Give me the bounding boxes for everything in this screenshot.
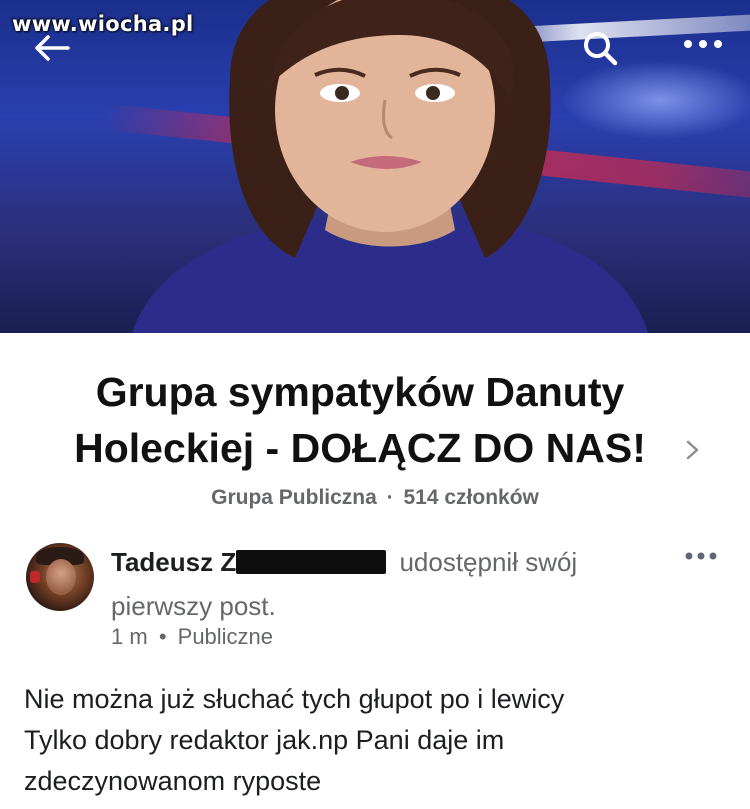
post-action-line2: pierwszy post. (111, 591, 276, 621)
group-title[interactable]: Grupa sympatyków Danuty Holeckiej - DOŁĄ… (40, 364, 680, 476)
more-horizontal-icon (684, 40, 722, 48)
search-icon (584, 32, 618, 66)
more-horizontal-icon (685, 552, 717, 560)
post-body-line1: Nie można już słuchać tych głupot po i l… (24, 684, 565, 714)
post-header: Tadeusz Z udostępnił swój pierwszy post. (111, 540, 651, 628)
search-button[interactable] (580, 28, 620, 68)
redacted-surname (236, 550, 387, 574)
group-title-line1: Grupa sympatyków Danuty (95, 369, 625, 415)
avatar-face (46, 559, 76, 595)
author-name[interactable]: Tadeusz Z (111, 547, 236, 577)
arrow-left-icon (35, 35, 70, 61)
group-privacy[interactable]: Grupa Publiczna (211, 486, 377, 509)
chevron-right-icon[interactable] (684, 436, 702, 464)
group-members-count[interactable]: 514 członków (404, 486, 539, 509)
post-options-button[interactable] (683, 548, 719, 564)
cover-photo (0, 0, 750, 333)
author-avatar[interactable] (26, 543, 94, 611)
avatar-detail (30, 571, 40, 583)
more-options-button[interactable] (680, 34, 726, 54)
post-body-line2: Tylko dobry redaktor jak.np Pani daje im (24, 725, 505, 755)
post-body-line3: zdeczynowanom ryposte (24, 766, 322, 796)
post-visibility: Publiczne (177, 624, 274, 649)
cover-person-illustration (132, 0, 648, 333)
back-button[interactable] (32, 32, 72, 64)
meta-separator: · (386, 486, 394, 509)
post-meta: 1 m • Publiczne (111, 624, 273, 650)
post-timestamp[interactable]: 1 m (111, 624, 148, 649)
post-action-line1: udostępnił swój (399, 547, 578, 577)
group-meta: Grupa Publiczna · 514 członków (0, 486, 750, 510)
post-meta-separator: • (158, 624, 167, 649)
group-title-line2: Holeckiej - DOŁĄCZ DO NAS! (74, 425, 646, 471)
post-body: Nie można już słuchać tych głupot po i l… (24, 679, 734, 802)
